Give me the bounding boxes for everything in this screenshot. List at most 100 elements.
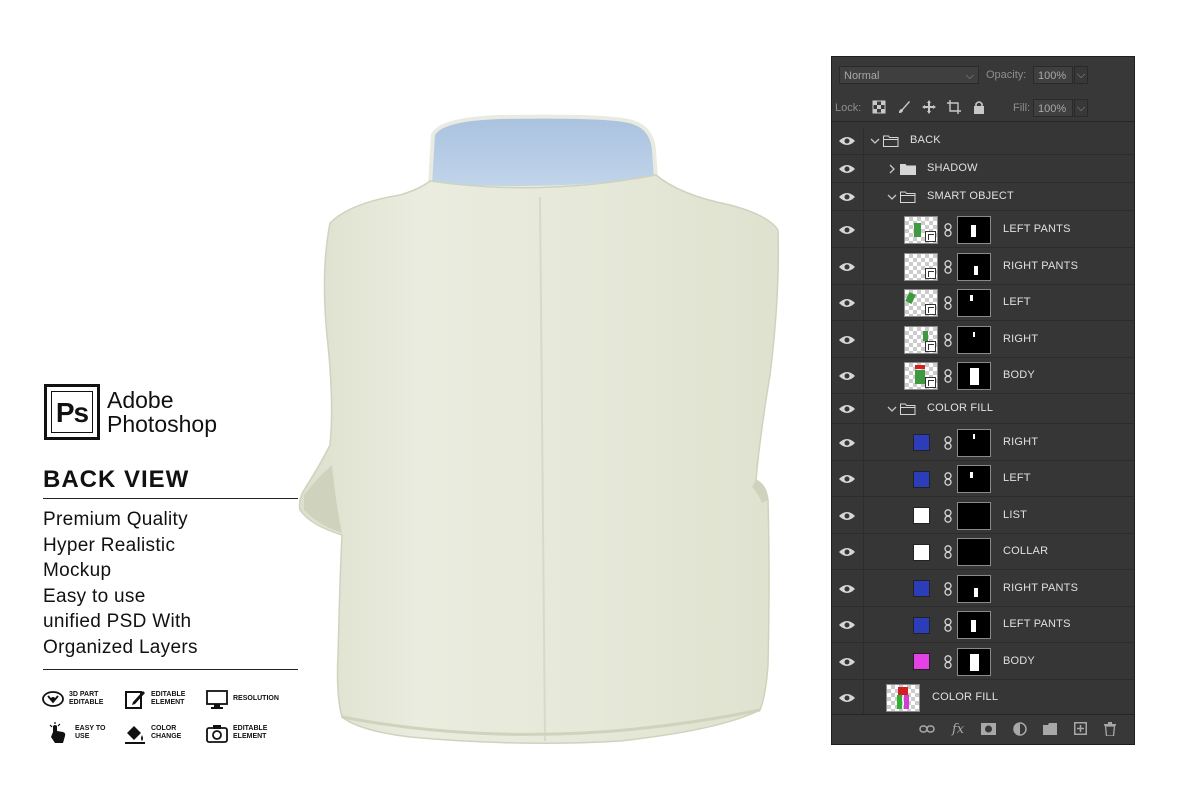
new-layer-icon[interactable] (1074, 722, 1087, 735)
chain-link-icon[interactable] (944, 259, 952, 274)
eye-icon[interactable] (839, 335, 855, 345)
trash-icon[interactable] (1104, 722, 1116, 736)
blend-mode-dropdown[interactable]: Normal ⌵ (839, 66, 979, 84)
badge-label: COLOR CHANGE (151, 725, 182, 740)
color-fill-swatch[interactable] (913, 616, 930, 634)
hand-touch-icon (49, 722, 66, 743)
eye-icon[interactable] (839, 404, 855, 414)
eye-icon[interactable] (839, 657, 855, 667)
chain-link-icon[interactable] (944, 296, 952, 310)
divider (43, 498, 298, 499)
layer-name: BODY (1003, 369, 1035, 381)
badge-resolution: RESOLUTION (206, 688, 293, 710)
chevron-down-icon[interactable]: ⌵ (1074, 99, 1088, 117)
eye-icon[interactable] (839, 225, 855, 235)
vest-collar (427, 114, 659, 191)
layer-thumbnail (904, 325, 938, 354)
chevron-down-icon[interactable] (870, 136, 880, 146)
lock-label: Lock: (835, 102, 862, 114)
eye-icon[interactable] (839, 192, 855, 202)
chain-link-icon[interactable] (944, 222, 952, 237)
layer-name: RIGHT PANTS (1003, 581, 1079, 594)
chevron-down-icon[interactable] (887, 192, 897, 202)
layer-row[interactable]: RIGHT PANTS (832, 570, 1134, 607)
chain-link-icon[interactable] (944, 435, 952, 450)
layer-row[interactable]: LIST (832, 497, 1134, 534)
badge-camera: EDITABLE ELEMENT (206, 722, 273, 744)
layer-row[interactable]: SHADOW (832, 155, 1134, 183)
layer-row[interactable]: RIGHT PANTS (832, 248, 1134, 285)
layer-row[interactable]: RIGHT (832, 424, 1134, 461)
eye-icon[interactable] (839, 438, 855, 448)
layer-name: LIST (1003, 508, 1028, 521)
adjustment-icon[interactable] (1013, 722, 1027, 736)
lock-all-icon[interactable] (972, 100, 986, 114)
layer-row[interactable]: RIGHT (832, 321, 1134, 358)
layer-row[interactable]: COLLAR (832, 534, 1134, 570)
new-group-icon[interactable] (1043, 723, 1058, 735)
chain-link-icon[interactable] (944, 472, 952, 486)
fill-field[interactable]: 100% ⌵ (1033, 99, 1088, 117)
fx-icon[interactable]: fx (952, 722, 964, 737)
chevron-down-icon[interactable]: ⌵ (1074, 66, 1088, 84)
chain-link-icon[interactable] (944, 508, 952, 523)
layer-row[interactable]: BODY (832, 358, 1134, 394)
chain-link-icon[interactable] (944, 618, 952, 632)
layer-mask-thumbnail (957, 465, 991, 493)
chain-link-icon[interactable] (944, 369, 952, 383)
layer-thumbnail (886, 684, 920, 712)
layer-row[interactable]: COLOR FILL (832, 680, 1134, 716)
eye-icon[interactable] (839, 584, 855, 594)
layer-name: COLLAR (1003, 545, 1049, 557)
lock-transparent-icon[interactable] (872, 100, 886, 114)
layer-row[interactable]: SMART OBJECT (832, 183, 1134, 211)
eye-icon[interactable] (839, 164, 855, 174)
chevron-down-icon[interactable] (887, 404, 897, 414)
chevron-right-icon[interactable] (887, 164, 897, 174)
chain-link-icon[interactable] (944, 581, 952, 596)
mask-icon[interactable] (981, 723, 996, 735)
layer-mask-thumbnail (957, 252, 991, 281)
eye-icon[interactable] (839, 298, 855, 308)
eye-icon[interactable] (839, 136, 855, 146)
eye-icon[interactable] (839, 262, 855, 272)
layer-mask-thumbnail (957, 362, 991, 390)
divider (43, 669, 298, 670)
color-fill-swatch[interactable] (913, 470, 930, 488)
layer-row[interactable]: BODY (832, 643, 1134, 680)
chain-link-icon[interactable] (944, 545, 952, 559)
feature-item: Premium Quality (43, 509, 188, 530)
color-fill-swatch[interactable] (913, 580, 930, 597)
layers-panel-toolbar: Normal ⌵ Opacity: 100% ⌵ Lock: Fill: 100% ⌵ (832, 57, 1134, 122)
layer-name: LEFT PANTS (1003, 222, 1071, 235)
lock-move-icon[interactable] (922, 100, 936, 114)
eye-icon[interactable] (839, 511, 855, 521)
monitor-icon (206, 690, 228, 709)
color-fill-swatch[interactable] (913, 434, 930, 451)
chain-link-icon[interactable] (944, 332, 952, 347)
lock-artboard-icon[interactable] (947, 100, 961, 114)
opacity-field[interactable]: 100% ⌵ (1033, 66, 1088, 84)
layer-row[interactable]: LEFT PANTS (832, 211, 1134, 248)
brand-line1: Adobe (107, 387, 174, 413)
opacity-label: Opacity: (986, 69, 1027, 81)
layer-row[interactable]: BACK (832, 127, 1134, 155)
eye-icon[interactable] (839, 547, 855, 557)
color-fill-swatch[interactable] (913, 653, 930, 670)
eye-icon[interactable] (839, 620, 855, 630)
layer-row[interactable]: LEFT (832, 285, 1134, 321)
eye-icon[interactable] (839, 693, 855, 703)
folder-icon (883, 135, 899, 147)
feature-item: Easy to use (43, 585, 146, 607)
color-fill-swatch[interactable] (913, 507, 930, 524)
eye-icon[interactable] (839, 371, 855, 381)
link-icon[interactable] (919, 724, 935, 734)
layer-row[interactable]: LEFT PANTS (832, 607, 1134, 643)
eye-icon[interactable] (839, 474, 855, 484)
layer-mask-thumbnail (957, 325, 991, 354)
lock-paint-icon[interactable] (897, 100, 911, 114)
chain-link-icon[interactable] (944, 654, 952, 669)
layer-row[interactable]: LEFT (832, 461, 1134, 497)
layer-row[interactable]: COLOR FILL (832, 394, 1134, 424)
color-fill-swatch[interactable] (913, 543, 930, 561)
